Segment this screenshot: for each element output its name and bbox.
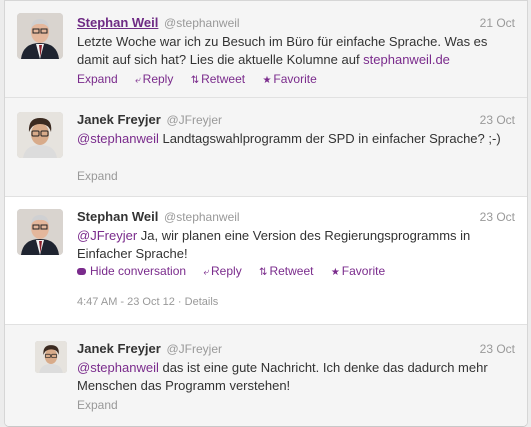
favorite-button[interactable]: ★ Favorite bbox=[331, 264, 385, 278]
author-username[interactable]: @stephanweil bbox=[164, 210, 240, 224]
tweet-header: Stephan Weil @stephanweil bbox=[77, 209, 240, 224]
reply-label: Reply bbox=[142, 72, 174, 86]
expand-button[interactable]: Expand bbox=[77, 72, 118, 86]
tweet-time[interactable]: 21 Oct bbox=[480, 16, 515, 30]
retweet-icon: ⇅ bbox=[259, 267, 268, 278]
tweet-text: Letzte Woche war ich zu Besuch im Büro f… bbox=[77, 33, 507, 69]
expand-button[interactable]: Expand bbox=[77, 398, 118, 412]
avatar-janek-freyjer[interactable] bbox=[17, 112, 63, 158]
tweet-header: Janek Freyjer @JFreyjer bbox=[77, 341, 222, 356]
favorite-label: Favorite bbox=[341, 264, 386, 278]
tweet-actions: Hide conversation ⤶ Reply ⇅ Retweet ★ Favor… bbox=[77, 264, 399, 278]
author-fullname[interactable]: Stephan Weil bbox=[77, 15, 158, 30]
tweet-actions: Expand ⤶ Reply ⇅ Retweet ★ Favorite bbox=[77, 72, 331, 86]
author-username[interactable]: @JFreyjer bbox=[166, 113, 222, 127]
author-fullname[interactable]: Janek Freyjer bbox=[77, 112, 161, 127]
hide-conversation-button[interactable]: Hide conversation bbox=[77, 264, 186, 278]
mention-link[interactable]: @JFreyjer bbox=[77, 228, 137, 243]
avatar-stephan-weil[interactable] bbox=[17, 13, 63, 59]
retweet-label: Retweet bbox=[201, 72, 246, 86]
tweet-time[interactable]: 23 Oct bbox=[480, 342, 515, 356]
tweet-stream: Stephan Weil @stephanweil 21 Oct Letzte … bbox=[4, 0, 528, 427]
tweet-actions: Expand bbox=[77, 169, 132, 183]
reply-button[interactable]: ⤶ Reply bbox=[135, 72, 173, 86]
expand-button[interactable]: Expand bbox=[77, 169, 118, 183]
tweet-time[interactable]: 23 Oct bbox=[480, 113, 515, 127]
meta-separator: · bbox=[177, 296, 182, 308]
tweet-link[interactable]: stephanweil.de bbox=[363, 52, 450, 67]
tweet-item[interactable]: Janek Freyjer @JFreyjer 23 Oct @stephanw… bbox=[5, 98, 527, 197]
mention-link[interactable]: @stephanweil bbox=[77, 360, 159, 375]
reply-arrow-icon: ⤶ bbox=[203, 267, 210, 278]
retweet-button[interactable]: ⇅ Retweet bbox=[259, 264, 313, 278]
tweet-meta: 4:47 AM - 23 Oct 12 · Details bbox=[77, 296, 218, 308]
speech-bubble-icon bbox=[77, 268, 86, 275]
tweet-text: @stephanweil Landtagswahlprogramm der SP… bbox=[77, 130, 507, 148]
tweet-text: @stephanweil das ist eine gute Nachricht… bbox=[77, 359, 507, 395]
tweet-header: Stephan Weil @stephanweil bbox=[77, 15, 240, 30]
tweet-text-body: Landtagswahlprogramm der SPD in einfache… bbox=[158, 131, 501, 146]
favorite-label: Favorite bbox=[273, 72, 317, 86]
avatar-stephan-weil[interactable] bbox=[17, 209, 63, 255]
tweet-text: @JFreyjer Ja, wir planen eine Version de… bbox=[77, 227, 507, 263]
favorite-star-icon: ★ bbox=[262, 75, 272, 86]
tweet-actions: Expand bbox=[77, 398, 132, 412]
hide-conversation-label: Hide conversation bbox=[90, 264, 187, 278]
author-fullname[interactable]: Stephan Weil bbox=[77, 209, 158, 224]
tweet-header: Janek Freyjer @JFreyjer bbox=[77, 112, 222, 127]
reply-label: Reply bbox=[211, 264, 242, 278]
reply-button[interactable]: ⤶ Reply bbox=[203, 264, 241, 278]
details-link[interactable]: Details bbox=[185, 296, 219, 308]
tweet-time[interactable]: 23 Oct bbox=[480, 210, 515, 224]
favorite-button[interactable]: ★ Favorite bbox=[262, 72, 316, 86]
mention-link[interactable]: @stephanweil bbox=[77, 131, 159, 146]
author-fullname[interactable]: Janek Freyjer bbox=[77, 341, 161, 356]
retweet-label: Retweet bbox=[269, 264, 314, 278]
favorite-star-icon: ★ bbox=[330, 267, 340, 278]
tweet-item[interactable]: Stephan Weil @stephanweil 21 Oct Letzte … bbox=[5, 1, 527, 98]
avatar-janek-freyjer[interactable] bbox=[35, 341, 67, 373]
author-username[interactable]: @stephanweil bbox=[164, 16, 240, 30]
tweet-timestamp[interactable]: 4:47 AM - 23 Oct 12 bbox=[77, 296, 175, 308]
reply-arrow-icon: ⤶ bbox=[135, 75, 141, 86]
retweet-button[interactable]: ⇅ Retweet bbox=[191, 72, 245, 86]
tweet-item-reply[interactable]: Janek Freyjer @JFreyjer 23 Oct @stephanw… bbox=[5, 325, 527, 426]
tweet-item-expanded[interactable]: Stephan Weil @stephanweil 23 Oct @JFreyj… bbox=[5, 197, 527, 325]
author-username[interactable]: @JFreyjer bbox=[166, 342, 222, 356]
retweet-icon: ⇅ bbox=[190, 75, 200, 86]
